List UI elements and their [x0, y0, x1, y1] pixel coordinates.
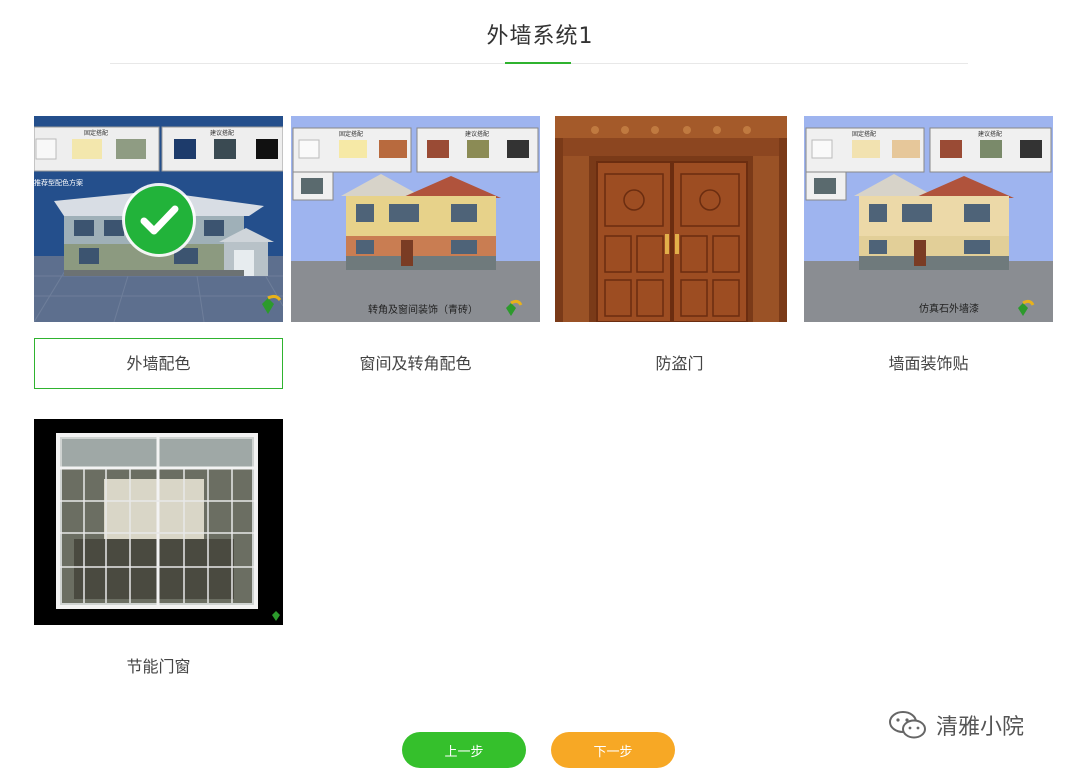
wall-decal-img-suggest-text: 建议搭配: [978, 130, 1002, 138]
option-label-window-corner[interactable]: 窗间及转角配色: [291, 338, 540, 389]
wall-color-img-suggest-text: 建议搭配: [210, 129, 234, 137]
window-corner-image[interactable]: 固定搭配 建议搭配 转角及窗间装饰（青砖）: [291, 116, 540, 322]
window-corner-img-caption: 转角及窗间装饰（青砖）: [368, 303, 478, 316]
page-title: 外墙系统1: [486, 24, 594, 49]
wall-decal-image[interactable]: 固定搭配 建议搭配 仿真石外墙漆: [804, 116, 1053, 322]
wall-color-img-side-text: 推荐型配色方案: [34, 178, 83, 187]
window-corner-img-fixed-text: 固定搭配: [339, 130, 363, 138]
option-label-wall-color[interactable]: 外墙配色: [34, 338, 283, 389]
option-label-security-door[interactable]: 防盗门: [555, 338, 804, 389]
wechat-icon: [889, 711, 926, 739]
option-label-wall-decal[interactable]: 墙面装饰贴: [804, 338, 1053, 389]
energy-windows-image[interactable]: [34, 419, 283, 625]
wall-decal-img-fixed-text: 固定搭配: [852, 130, 876, 138]
watermark-text: 清雅小院: [936, 715, 1025, 740]
previous-step-button[interactable]: 上一步: [402, 732, 526, 768]
window-corner-img-suggest-text: 建议搭配: [465, 130, 489, 138]
wall-decal-img-caption: 仿真石外墙漆: [919, 302, 979, 315]
selected-check-icon: [125, 186, 193, 254]
title-accent-bar: [505, 62, 571, 64]
security-door-image[interactable]: [555, 116, 804, 322]
wall-color-img-fixed-text: 固定搭配: [84, 129, 108, 137]
option-label-energy-windows[interactable]: 节能门窗: [34, 641, 283, 692]
wechat-watermark: 清雅小院: [888, 708, 1024, 742]
next-step-button[interactable]: 下一步: [551, 732, 675, 768]
